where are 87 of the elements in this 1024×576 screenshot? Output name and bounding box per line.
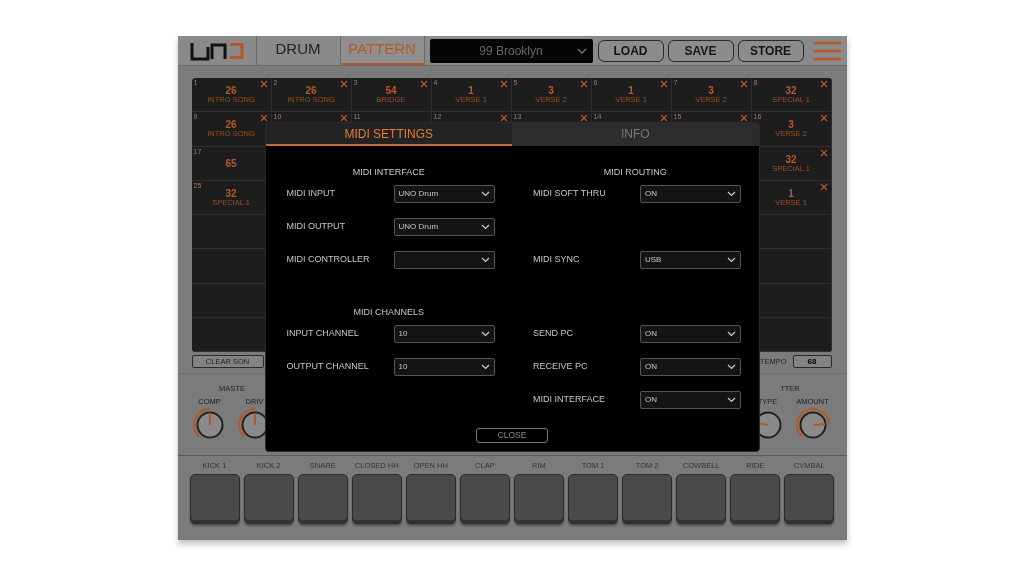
close-icon[interactable] [419,80,428,88]
close-icon[interactable] [819,148,828,157]
drum-pad[interactable] [568,473,619,524]
chevron-down-icon [480,256,490,263]
close-button[interactable]: CLOSE [476,428,548,443]
pattern-number: 54 [385,85,397,96]
tab[interactable]: MIDI SETTINGS [265,123,512,146]
chevron-down-icon [480,363,490,370]
close-icon[interactable] [499,80,508,88]
setting-label: OUTPUT CHANNEL [286,359,370,373]
close-icon[interactable] [819,80,828,88]
setting-label: MIDI CONTROLLER [286,252,371,266]
setting-label: MIDI OUTPUT [286,219,346,233]
dropdown[interactable]: UNO Drum [393,217,495,236]
setting-label: INPUT CHANNEL [286,326,360,340]
drum-pad[interactable] [676,473,727,524]
preset-dropdown[interactable]: 99 Brooklyn [429,38,593,63]
dropdown[interactable]: 10 [393,357,495,376]
setting-label: MIDI SOFT THRU [533,186,607,200]
pattern-number: 32 [225,187,237,199]
dropdown[interactable] [393,250,495,269]
close-icon[interactable] [819,182,828,191]
drum-pad[interactable] [351,473,402,524]
chevron-down-icon [576,47,587,55]
chevron-down-icon [480,330,490,337]
drum-pad[interactable] [405,473,456,524]
logo-drawing [189,40,244,61]
pattern-number: 26 [305,85,317,96]
dropdown[interactable]: ON [640,324,741,343]
section-heading: MIDI CHANNELS [352,308,425,317]
header-button[interactable]: LOAD [597,39,664,62]
drum-pad[interactable] [459,473,510,524]
close-icon[interactable] [499,114,508,123]
pattern-number: 3 [708,85,714,96]
close-icon[interactable] [259,114,268,123]
dropdown[interactable]: ON [640,357,741,376]
close-icon[interactable] [339,114,348,123]
dropdown[interactable]: ON [640,390,741,409]
drum-pad[interactable] [189,473,240,524]
dropdown[interactable]: UNO Drum [393,184,495,203]
tab[interactable]: DRUM [256,36,341,65]
close-icon[interactable] [259,80,268,88]
setting-label: MIDI SYNC [533,252,581,266]
pattern-number: 3 [548,85,554,96]
drum-pad[interactable] [513,473,564,524]
close-icon[interactable] [739,80,748,88]
tab[interactable]: INFO [512,123,759,146]
pattern-number: 3 [788,119,794,131]
close-icon[interactable] [819,114,828,123]
chevron-down-icon [480,223,490,230]
pattern-number: 1 [468,85,474,96]
pattern-number: 26 [225,85,237,96]
section-heading: MIDI ROUTING [602,168,668,177]
pattern-number: 32 [785,153,797,165]
close-icon[interactable] [579,80,588,88]
pattern-number: 1 [788,187,794,199]
pattern-number: 1 [628,85,634,96]
setting-label: MIDI INTERFACE [533,392,606,406]
setting-label: SEND PC [533,326,574,340]
chevron-down-icon [727,256,736,263]
chevron-down-icon [727,330,736,337]
pattern-number: 65 [225,157,237,169]
drum-pad[interactable] [297,473,348,524]
dropdown[interactable]: USB [640,250,741,269]
setting-label: MIDI INPUT [286,186,336,200]
dropdown[interactable]: 10 [393,324,495,343]
tempo-field[interactable]: 68 [792,355,832,368]
chevron-down-icon [727,190,736,197]
chevron-down-icon [727,396,736,403]
close-icon[interactable] [659,80,668,88]
chevron-down-icon [727,363,736,370]
drum-pad[interactable] [784,473,835,524]
drum-pad[interactable] [730,473,781,524]
setting-label: RECEIVE PC [533,359,589,373]
header-button[interactable]: STORE [737,39,804,62]
close-icon[interactable] [579,114,588,123]
drum-pad[interactable] [622,473,673,524]
dropdown[interactable]: ON [640,184,741,203]
pattern-number: 26 [225,119,237,131]
close-icon[interactable] [739,114,748,123]
pattern-number: 32 [785,85,797,96]
drum-pad[interactable] [243,473,294,524]
header-button[interactable]: SAVE [667,39,734,62]
close-icon[interactable] [339,80,348,88]
close-icon[interactable] [659,114,668,123]
section-heading: MIDI INTERFACE [351,168,426,177]
chevron-down-icon [480,190,490,197]
